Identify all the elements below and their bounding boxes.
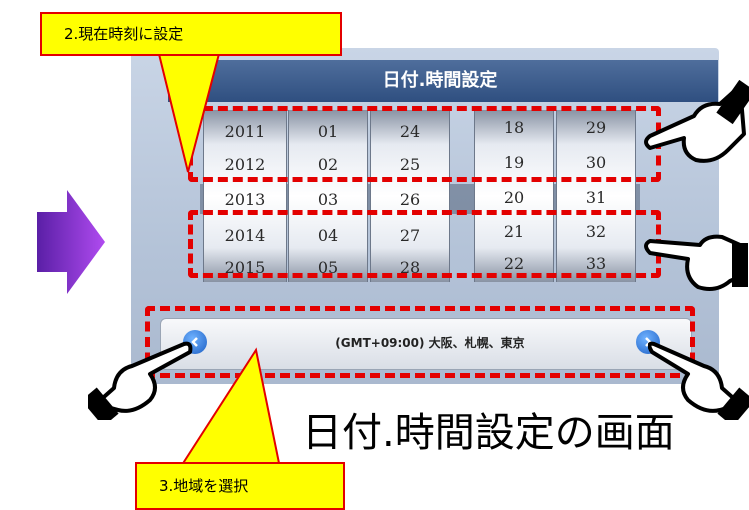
wheel-value: 03 bbox=[317, 190, 339, 209]
screen-title: 日付.時間設定 bbox=[382, 70, 498, 91]
wheel-value: 31 bbox=[585, 188, 607, 207]
pointing-hand-icon bbox=[644, 80, 749, 163]
pointing-hand-icon bbox=[648, 341, 749, 420]
wheel-value: 26 bbox=[399, 190, 421, 209]
set-time-callout: 2.現在時刻に設定 bbox=[40, 12, 342, 56]
select-region-callout: 3.地域を選択 bbox=[135, 462, 345, 510]
callout-pointer-top bbox=[156, 49, 222, 173]
pointing-hand-icon bbox=[88, 341, 193, 420]
upper-wheel-highlight bbox=[188, 106, 661, 182]
next-step-arrow-icon bbox=[37, 190, 105, 294]
pointing-hand-icon bbox=[644, 234, 748, 291]
screen-caption: 日付.時間設定の画面 bbox=[302, 410, 675, 456]
lower-wheel-highlight bbox=[188, 210, 661, 278]
wheel-value: 20 bbox=[503, 188, 525, 207]
wheel-value: 2013 bbox=[224, 190, 266, 209]
